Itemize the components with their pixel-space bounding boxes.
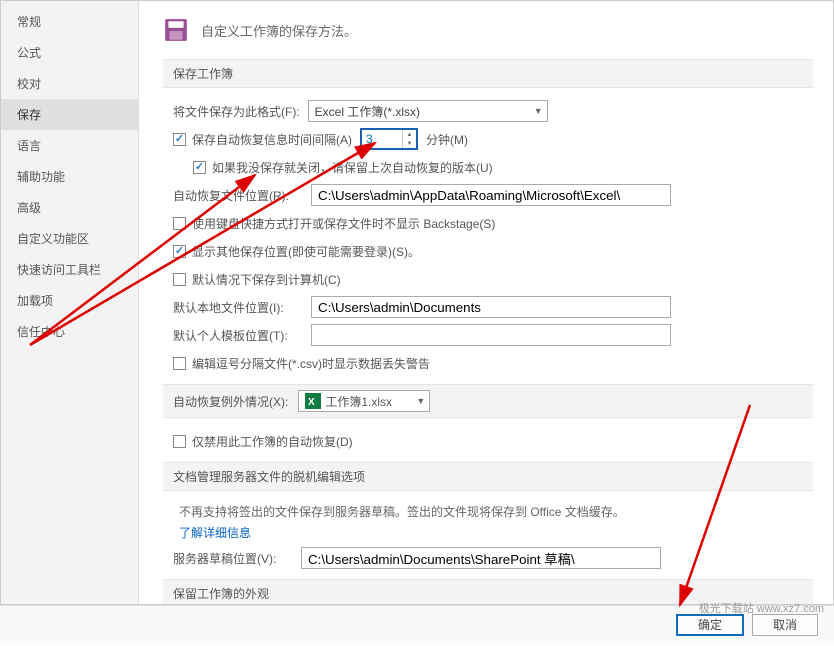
- autorecover-interval-spinner[interactable]: ▲▼: [360, 128, 418, 150]
- dialog-footer: 确定 取消: [0, 605, 834, 643]
- save-format-label: 将文件保存为此格式(F):: [173, 103, 300, 120]
- section-autorecover-exceptions: 自动恢复例外情况(X): X 工作簿1.xlsx ▼: [163, 384, 813, 418]
- sidebar-item-accessibility[interactable]: 辅助功能: [1, 161, 138, 192]
- chevron-down-icon: ▼: [528, 106, 543, 116]
- server-draft-input[interactable]: [301, 547, 661, 569]
- autorecover-interval-input[interactable]: [362, 132, 402, 146]
- save-format-combo[interactable]: Excel 工作簿(*.xlsx) ▼: [308, 100, 548, 122]
- page-header: 自定义工作簿的保存方法。: [163, 17, 813, 43]
- default-template-input[interactable]: [311, 324, 671, 346]
- chevron-down-icon: ▼: [410, 396, 425, 406]
- cancel-button[interactable]: 取消: [752, 614, 818, 636]
- default-local-label: 默认本地文件位置(I):: [173, 299, 303, 316]
- autorecover-path-label: 自动恢复文件位置(R):: [173, 187, 303, 204]
- section-preserve-look: 保留工作簿的外观: [163, 579, 813, 604]
- disable-autorecover-checkbox[interactable]: [173, 435, 186, 448]
- csv-warning-label: 编辑逗号分隔文件(*.csv)时显示数据丢失警告: [192, 355, 430, 372]
- section-save-workbook: 保存工作簿: [163, 59, 813, 88]
- learn-more-link[interactable]: 了解详细信息: [179, 524, 813, 541]
- sidebar-item-save[interactable]: 保存: [1, 99, 138, 130]
- sidebar-nav: 常规 公式 校对 保存 语言 辅助功能 高级 自定义功能区 快速访问工具栏 加载…: [1, 1, 139, 604]
- show-other-label: 显示其他保存位置(即使可能需要登录)(S)。: [192, 243, 420, 260]
- default-template-label: 默认个人模板位置(T):: [173, 327, 303, 344]
- autorecover-checkbox[interactable]: [173, 133, 186, 146]
- server-draft-label: 服务器草稿位置(V):: [173, 550, 293, 567]
- default-computer-label: 默认情况下保存到计算机(C): [192, 271, 341, 288]
- sidebar-item-qat[interactable]: 快速访问工具栏: [1, 254, 138, 285]
- sidebar-item-language[interactable]: 语言: [1, 130, 138, 161]
- default-computer-checkbox[interactable]: [173, 273, 186, 286]
- backstage-checkbox[interactable]: [173, 217, 186, 230]
- svg-text:X: X: [308, 397, 315, 408]
- sidebar-item-addins[interactable]: 加载项: [1, 285, 138, 316]
- spinner-down-icon[interactable]: ▼: [403, 139, 416, 148]
- page-title: 自定义工作簿的保存方法。: [201, 21, 357, 40]
- sidebar-item-proofing[interactable]: 校对: [1, 68, 138, 99]
- main-panel: 自定义工作簿的保存方法。 保存工作簿 将文件保存为此格式(F): Excel 工…: [139, 1, 833, 604]
- show-other-checkbox[interactable]: [173, 245, 186, 258]
- keep-last-checkbox[interactable]: [193, 161, 206, 174]
- autorecover-label: 保存自动恢复信息时间间隔(A): [192, 131, 352, 148]
- backstage-label: 使用键盘快捷方式打开或保存文件时不显示 Backstage(S): [192, 215, 495, 232]
- default-local-input[interactable]: [311, 296, 671, 318]
- doc-mgmt-text: 不再支持将签出的文件保存到服务器草稿。签出的文件现将保存到 Office 文档缓…: [179, 503, 813, 520]
- minutes-label: 分钟(M): [426, 131, 468, 148]
- autorecover-path-input[interactable]: [311, 184, 671, 206]
- sidebar-item-general[interactable]: 常规: [1, 6, 138, 37]
- excel-icon: X: [305, 393, 321, 409]
- save-icon: [163, 17, 189, 43]
- exception-workbook-combo[interactable]: X 工作簿1.xlsx ▼: [298, 390, 430, 412]
- ok-button[interactable]: 确定: [676, 614, 744, 636]
- keep-last-label: 如果我没保存就关闭，请保留上次自动恢复的版本(U): [212, 159, 493, 176]
- sidebar-item-advanced[interactable]: 高级: [1, 192, 138, 223]
- spinner-up-icon[interactable]: ▲: [403, 130, 416, 139]
- csv-warning-checkbox[interactable]: [173, 357, 186, 370]
- sidebar-item-ribbon[interactable]: 自定义功能区: [1, 223, 138, 254]
- section-doc-mgmt: 文档管理服务器文件的脱机编辑选项: [163, 462, 813, 491]
- sidebar-item-trust[interactable]: 信任中心: [1, 316, 138, 347]
- disable-autorecover-label: 仅禁用此工作簿的自动恢复(D): [192, 433, 353, 450]
- sidebar-item-formulas[interactable]: 公式: [1, 37, 138, 68]
